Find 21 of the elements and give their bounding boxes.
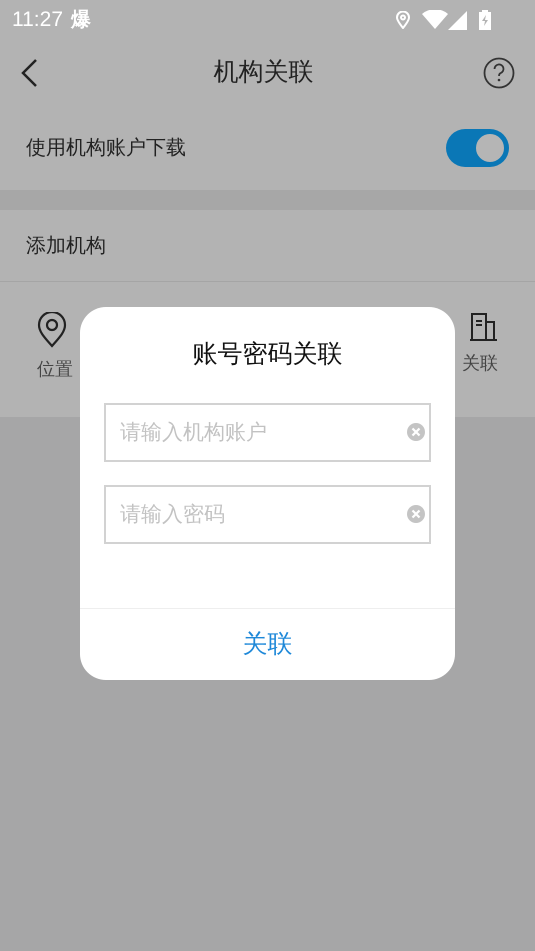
input-field[interactable]: 请输入机构账户: [104, 403, 431, 462]
signal-icon: [448, 11, 467, 30]
page-title: 机构关联: [214, 56, 314, 88]
location-pin-icon: [37, 312, 67, 348]
method-label[interactable]: 关联: [462, 350, 498, 377]
location-icon: [396, 11, 410, 29]
battery-icon: [479, 10, 491, 30]
status-time: 11:27: [12, 7, 63, 34]
wifi-icon: [422, 10, 448, 30]
dialog-title: 账号密码关联: [192, 339, 342, 370]
setting-label: 使用机构账户下载: [26, 136, 186, 160]
notification-icon: 爆: [71, 5, 91, 35]
link-button[interactable]: 关联: [234, 626, 300, 664]
toggle-switch[interactable]: [446, 128, 509, 166]
building-icon: [468, 312, 498, 342]
method-label[interactable]: 位置: [37, 356, 73, 383]
input-field[interactable]: 请输入密码: [104, 485, 431, 544]
section-title: 添加机构: [26, 234, 106, 258]
clear-icon[interactable]: [407, 505, 425, 523]
help-icon[interactable]: [483, 56, 515, 88]
clear-icon[interactable]: [407, 423, 425, 441]
